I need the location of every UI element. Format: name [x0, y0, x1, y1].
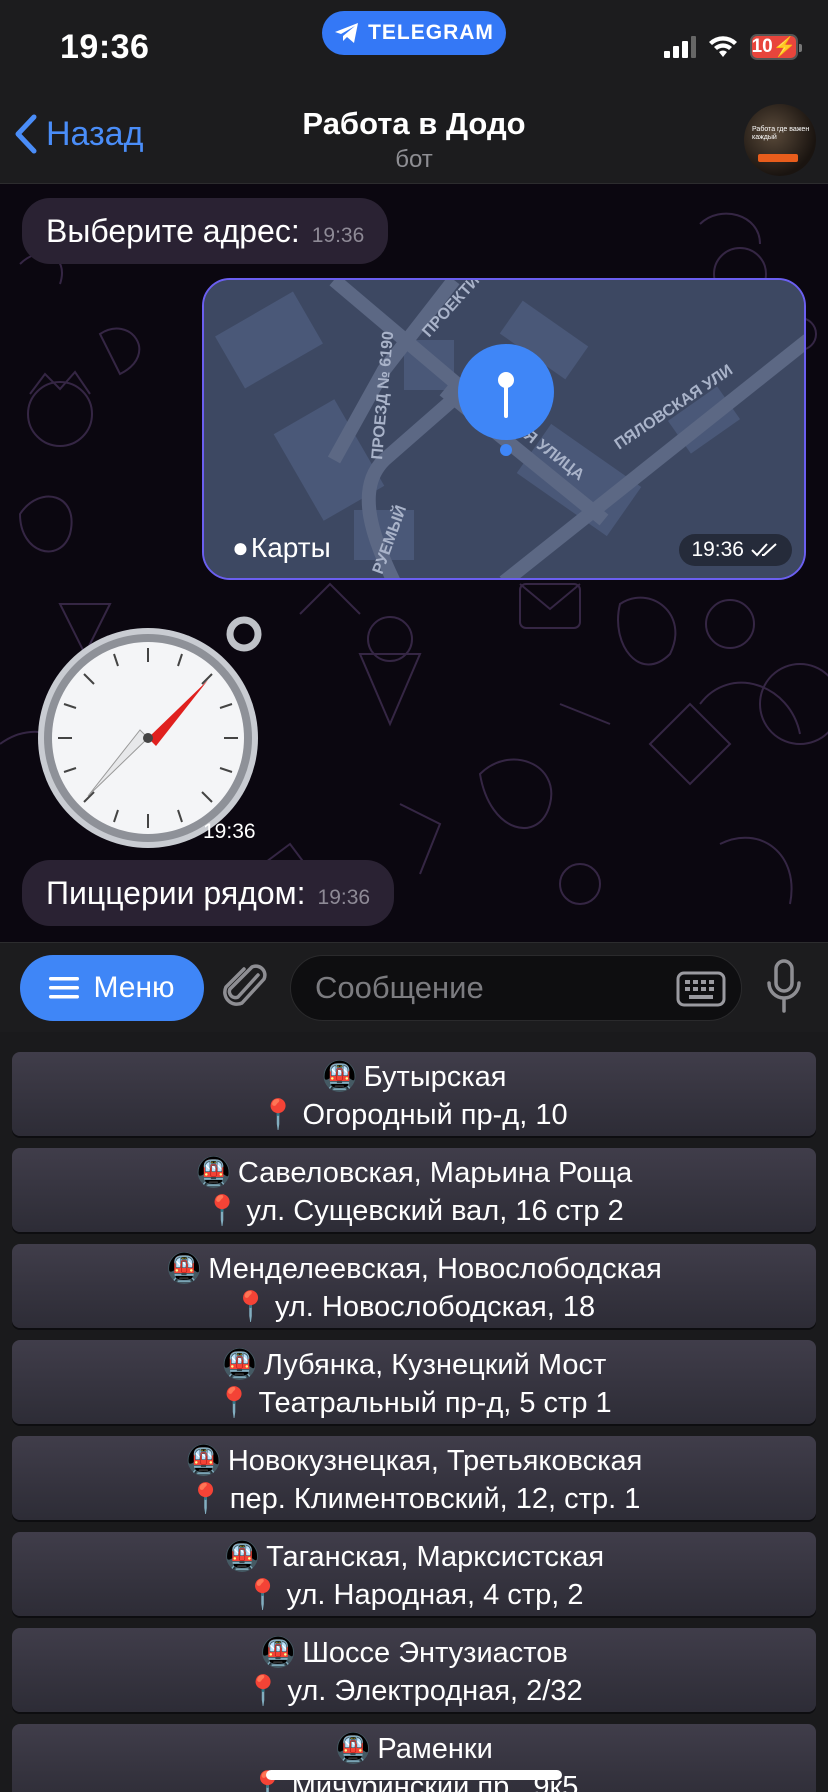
metro-station-label: Шоссе Энтузиастов [302, 1637, 568, 1669]
chat-title-block[interactable]: Работа в Додо бот [0, 106, 828, 174]
keyboard-button[interactable]: 🚇 Новокузнецкая, Третьяковская 📍 пер. Климе… [12, 1436, 816, 1520]
status-bar: 19:36 TELEGRAM 10 ⚡ [0, 0, 828, 96]
pushpin-icon: 📍 [232, 1291, 269, 1323]
metro-line: 🚇 Лубянка, Кузнецкий Мост [12, 1346, 816, 1384]
double-check-icon [751, 543, 777, 557]
pushpin-icon: 📍 [187, 1483, 224, 1515]
pushpin-icon: 📍 [260, 1099, 297, 1131]
metro-train-icon: 🚇 [223, 1541, 261, 1573]
message-time: 19:36 [691, 538, 744, 561]
address-label: ул. Новослободская, 18 [275, 1291, 596, 1323]
metro-station-label: Новокузнецкая, Третьяковская [227, 1445, 643, 1477]
address-label: ул. Сущевский вал, 16 стр 2 [246, 1195, 624, 1227]
metro-line: 🚇 Таганская, Марксистская [12, 1538, 816, 1576]
metro-station-label: Лубянка, Кузнецкий Мост [263, 1349, 607, 1381]
pushpin-icon: 📍 [204, 1195, 241, 1227]
pushpin-icon: 📍 [245, 1675, 282, 1707]
apple-logo-icon: ● [232, 532, 249, 563]
metro-station-label: Раменки [377, 1733, 493, 1765]
message-input[interactable] [290, 955, 742, 1021]
metro-train-icon: 🚇 [185, 1445, 222, 1477]
metro-station-label: Таганская, Марксистская [266, 1541, 605, 1573]
address-line: 📍 Театральный пр-д, 5 стр 1 [12, 1384, 816, 1422]
metro-station-label: Менделеевская, Новослободская [208, 1253, 662, 1285]
keyboard-button[interactable]: 🚇 Савеловская, Марьина Роща 📍 ул. Сущевский… [12, 1148, 816, 1232]
metro-line: 🚇 Новокузнецкая, Третьяковская [12, 1442, 816, 1480]
message-text: Пиццерии рядом: [46, 874, 306, 911]
address-label: ул. Электродная, 2/32 [287, 1675, 583, 1707]
status-time: 19:36 [60, 28, 150, 66]
metro-line: 🚇 Бутырская [12, 1058, 816, 1096]
metro-train-icon: 🚇 [195, 1157, 232, 1189]
keyboard-button[interactable]: 🚇 Менделеевская, Новослободская 📍 ул. Новос… [12, 1244, 816, 1328]
maps-brand-label: Карты [250, 532, 331, 563]
message-time: 19:36 [317, 886, 371, 909]
address-line: 📍 ул. Народная, 4 стр, 2 [12, 1576, 816, 1614]
metro-station-label: Бутырская [363, 1061, 507, 1093]
metro-line: 🚇 Савеловская, Марьина Роща [12, 1154, 816, 1192]
metro-train-icon: 🚇 [221, 1349, 258, 1381]
compass-sticker[interactable] [38, 614, 268, 854]
metro-line: 🚇 Раменки [12, 1730, 816, 1768]
menu-label: Меню [93, 971, 175, 1004]
metro-train-icon: 🚇 [321, 1061, 358, 1093]
keyboard-button[interactable]: 🚇 Лубянка, Кузнецкий Мост 📍 Театральный пр-… [12, 1340, 816, 1424]
metro-train-icon: 🚇 [166, 1253, 203, 1285]
keyboard-button[interactable]: 🚇 Шоссе Энтузиастов 📍 ул. Электродная, 2/32 [12, 1628, 816, 1712]
chat-title: Работа в Додо [302, 106, 526, 141]
incoming-message[interactable]: Выберите адрес: 19:36 [22, 198, 389, 264]
charging-icon: ⚡ [772, 37, 797, 58]
microphone-icon[interactable] [766, 959, 802, 1015]
chat-header: Назад Работа в Додо бот Работа где важен… [0, 96, 828, 184]
metro-line: 🚇 Менделеевская, Новослободская [12, 1250, 816, 1288]
map-message-time: 19:36 [679, 534, 792, 566]
telegram-pill[interactable]: TELEGRAM [322, 11, 506, 55]
signal-icon [664, 36, 696, 58]
sticker-time: 19:36 [203, 820, 256, 843]
message-time: 19:36 [311, 224, 365, 247]
system-icons: 10 ⚡ [664, 34, 802, 60]
metro-line: 🚇 Шоссе Энтузиастов [12, 1634, 816, 1672]
metro-train-icon: 🚇 [260, 1637, 297, 1669]
telegram-icon [335, 23, 359, 43]
avatar-text: Работа где важен каждый [752, 126, 810, 141]
maps-brand: ● Карты [232, 532, 331, 564]
location-map-message[interactable]: ПРОЕКТИ ПЯЛОВСКАЯ УЛИ ЯЯ УЛИЦА ПРОЕЗД № … [202, 278, 806, 580]
input-bar: Меню [0, 942, 828, 1032]
keyboard-button[interactable]: 🚇 Бутырская 📍 Огородный пр-д, 10 [12, 1052, 816, 1136]
address-label: Театральный пр-д, 5 стр 1 [258, 1387, 612, 1419]
address-line: 📍 пер. Климентовский, 12, стр. 1 [12, 1480, 816, 1518]
address-label: ул. Народная, 4 стр, 2 [286, 1579, 584, 1611]
address-line: 📍 ул. Сущевский вал, 16 стр 2 [12, 1192, 816, 1230]
home-indicator[interactable] [266, 1770, 562, 1780]
keyboard-button[interactable]: 🚇 Раменки 📍 Мичуринский пр., 9к5 [12, 1724, 816, 1792]
metro-train-icon: 🚇 [335, 1733, 372, 1765]
battery-level: 10 [751, 36, 773, 57]
chat-subtitle: бот [395, 146, 433, 173]
bot-keyboard: 🚇 Бутырская 📍 Огородный пр-д, 10 🚇 Савеловска… [0, 1032, 828, 1792]
keyboard-button[interactable]: 🚇 Таганская, Марксистская 📍 ул. Народная, 4… [12, 1532, 816, 1616]
metro-station-label: Савеловская, Марьина Роща [237, 1157, 633, 1189]
wifi-icon [709, 36, 737, 57]
message-text: Выберите адрес: [46, 212, 300, 249]
menu-button[interactable]: Меню [20, 955, 204, 1021]
battery-icon: 10 ⚡ [750, 34, 802, 60]
address-line: 📍 ул. Электродная, 2/32 [12, 1672, 816, 1710]
keyboard-icon[interactable] [676, 971, 726, 1007]
address-line: 📍 Огородный пр-д, 10 [12, 1096, 816, 1134]
telegram-label: TELEGRAM [368, 21, 494, 44]
bot-avatar[interactable]: Работа где важен каждый [744, 104, 816, 176]
avatar-stripe [758, 154, 798, 162]
hamburger-icon [49, 977, 80, 999]
paperclip-icon[interactable] [222, 961, 268, 1013]
incoming-message[interactable]: Пиццерии рядом: 19:36 [22, 860, 395, 926]
address-label: пер. Климентовский, 12, стр. 1 [229, 1483, 641, 1515]
address-label: Огородный пр-д, 10 [302, 1099, 568, 1131]
pushpin-icon: 📍 [244, 1579, 281, 1611]
address-line: 📍 ул. Новослободская, 18 [12, 1288, 816, 1326]
pushpin-icon: 📍 [216, 1387, 253, 1419]
chat-area[interactable]: Выберите адрес: 19:36 ПРОЕКТИ ПЯЛОВСКАЯ … [0, 184, 828, 942]
